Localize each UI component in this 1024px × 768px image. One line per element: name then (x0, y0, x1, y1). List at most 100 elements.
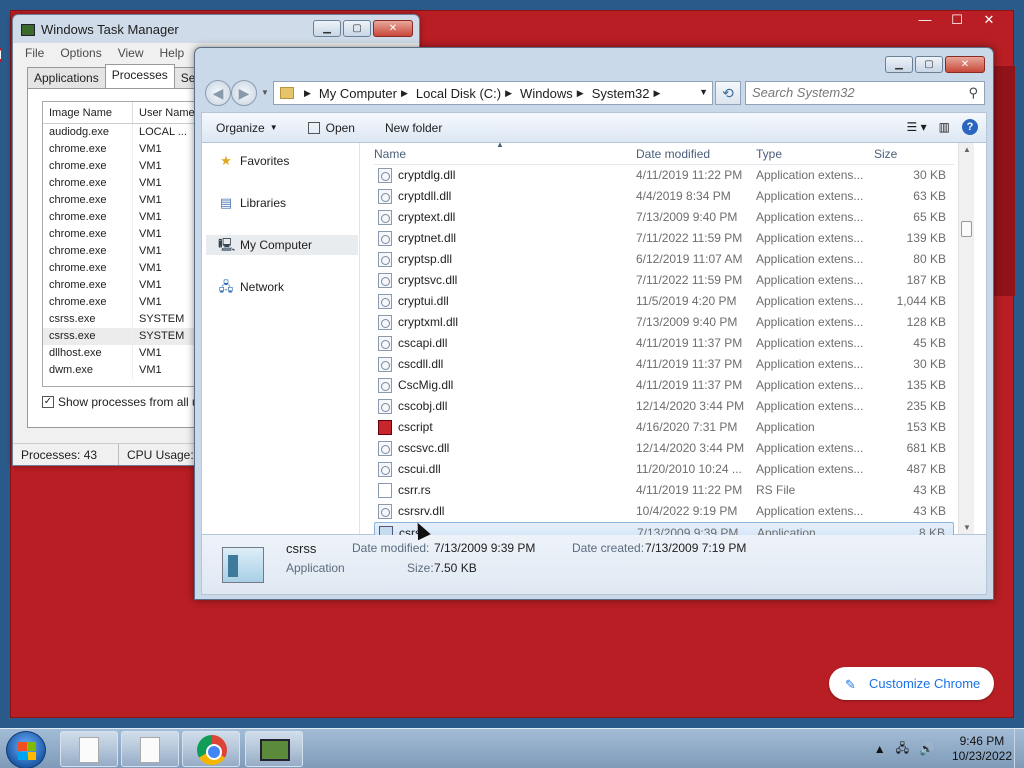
breadcrumb-root-arrow[interactable]: ▶ (300, 88, 319, 99)
file-name-cell: cscript (378, 417, 433, 438)
help-icon[interactable]: ? (962, 119, 978, 135)
breadcrumb-local-disk[interactable]: Local Disk (C:) ▶ (416, 86, 520, 101)
file-size: 45 KB (913, 336, 946, 350)
forward-button[interactable]: ▶ (231, 80, 257, 106)
column-date-modified[interactable]: Date modified (636, 147, 710, 161)
chrome-maximize-button[interactable]: ☐ (941, 11, 973, 31)
file-row[interactable]: cscobj.dll 12/14/2020 3:44 PM Application … (374, 396, 954, 417)
scroll-down-arrow[interactable]: ▼ (963, 523, 971, 532)
column-user-name[interactable]: User Name (133, 102, 203, 123)
file-row[interactable]: cscui.dll 11/20/2010 10:24 ... Application… (374, 459, 954, 480)
nav-libraries[interactable]: ▤ Libraries (218, 193, 286, 213)
column-size[interactable]: Size (874, 147, 897, 161)
menu-file[interactable]: File (25, 43, 44, 63)
chrome-icon (197, 735, 227, 765)
file-name: cryptui.dll (398, 294, 449, 308)
file-name: cryptdll.dll (398, 189, 452, 203)
tab-applications[interactable]: Applications (27, 67, 106, 88)
chrome-minimize-button[interactable]: — (909, 11, 941, 31)
file-row[interactable]: CscMig.dll 4/11/2019 11:37 PM Application … (374, 375, 954, 396)
file-size: 487 KB (906, 462, 946, 476)
nav-my-computer[interactable]: 🖳 My Computer (206, 235, 358, 255)
file-type: Application extens... (756, 441, 864, 455)
file-type: Application extens... (756, 399, 864, 413)
file-row[interactable]: cryptdlg.dll 4/11/2019 11:22 PM Applicatio… (374, 165, 954, 186)
recent-pages-dropdown[interactable]: ▼ (261, 88, 269, 97)
file-name: cscui.dll (398, 462, 441, 476)
show-hidden-icons-icon[interactable]: ▲ (874, 742, 886, 756)
network-tray-icon[interactable]: 🖧 (896, 739, 909, 760)
file-name: cscript (398, 420, 433, 434)
volume-icon[interactable]: 🔊 (919, 742, 934, 756)
preview-pane-icon[interactable]: ▥ (939, 120, 950, 134)
dll-file-icon (378, 462, 392, 477)
scroll-thumb[interactable] (961, 221, 972, 237)
customize-chrome-button[interactable]: ✎ Customize Chrome (829, 667, 994, 700)
process-image-name: chrome.exe (43, 260, 133, 277)
process-image-name: csrss.exe (43, 328, 133, 345)
view-options-icon[interactable]: ☰ ▾ (907, 120, 927, 134)
show-all-checkbox[interactable]: ✓ (42, 396, 54, 408)
file-date-modified: 4/11/2019 11:22 PM (636, 483, 743, 497)
explorer-window: ▁ ▢ ✕ ◀ ▶ ▼ ▶ My Computer ▶ Local Disk (C… (194, 47, 994, 600)
search-icon[interactable]: ⚲ (968, 85, 978, 101)
dll-file-icon (378, 336, 392, 351)
scroll-up-arrow[interactable]: ▲ (963, 145, 971, 154)
file-name: cscapi.dll (398, 336, 448, 350)
explorer-maximize-button[interactable]: ▢ (915, 56, 943, 73)
column-image-name[interactable]: Image Name (43, 102, 133, 123)
refresh-button[interactable]: ⟲ (715, 81, 741, 105)
file-row[interactable]: cscript 4/16/2020 7:31 PM Application 153 K… (374, 417, 954, 438)
search-input[interactable]: Search System32 ⚲ (745, 81, 985, 105)
breadcrumb-my-computer[interactable]: My Computer ▶ (319, 86, 416, 101)
tm-minimize-button[interactable]: ▁ (313, 20, 341, 37)
task-manager-icon (21, 23, 35, 36)
file-row[interactable]: csrsrv.dll 10/4/2022 9:19 PM Application e… (374, 501, 954, 522)
new-folder-button[interactable]: New folder (385, 121, 442, 135)
taskbar-app-task-manager[interactable] (245, 731, 303, 767)
file-row[interactable]: cryptsvc.dll 7/11/2022 11:59 PM Applicatio… (374, 270, 954, 291)
column-type[interactable]: Type (756, 147, 782, 161)
file-row[interactable]: cryptui.dll 11/5/2019 4:20 PM Application … (374, 291, 954, 312)
file-row[interactable]: cryptnet.dll 7/11/2022 11:59 PM Applicatio… (374, 228, 954, 249)
nav-network[interactable]: 🖧 Network (218, 277, 284, 297)
file-row[interactable]: cryptxml.dll 7/13/2009 9:40 PM Application… (374, 312, 954, 333)
open-button[interactable]: Open (307, 121, 355, 135)
tab-processes[interactable]: Processes (104, 64, 175, 88)
taskbar-app-chrome[interactable] (182, 731, 240, 767)
nav-favorites[interactable]: ★ Favorites (218, 151, 289, 171)
file-row[interactable]: cscdll.dll 4/11/2019 11:37 PM Application … (374, 354, 954, 375)
dll-file-icon (378, 210, 392, 225)
organize-button[interactable]: Organize ▼ (216, 121, 278, 135)
breadcrumb-system32[interactable]: System32 ▶ (592, 86, 669, 101)
file-row[interactable]: cryptsp.dll 6/12/2019 11:07 AM Application… (374, 249, 954, 270)
menu-view[interactable]: View (118, 43, 144, 63)
chrome-close-button[interactable]: ✕ (973, 11, 1005, 31)
tm-close-button[interactable]: ✕ (373, 20, 413, 37)
breadcrumb-windows[interactable]: Windows ▶ (520, 86, 592, 101)
address-bar[interactable]: ▶ My Computer ▶ Local Disk (C:) ▶ Windows ▶… (273, 81, 713, 105)
column-name[interactable]: Name (374, 147, 406, 161)
taskbar-app-document-2[interactable] (121, 731, 179, 767)
menu-options[interactable]: Options (60, 43, 101, 63)
details-size-value: 7.50 KB (434, 561, 477, 575)
file-row[interactable]: csrr.rs 4/11/2019 11:22 PM RS File 43 KB (374, 480, 954, 501)
file-row[interactable]: cryptext.dll 7/13/2009 9:40 PM Application… (374, 207, 954, 228)
tm-maximize-button[interactable]: ▢ (343, 20, 371, 37)
file-row[interactable]: cryptdll.dll 4/4/2019 8:34 PM Application … (374, 186, 954, 207)
menu-help[interactable]: Help (160, 43, 185, 63)
explorer-minimize-button[interactable]: ▁ (885, 56, 913, 73)
start-button[interactable] (6, 731, 46, 768)
address-dropdown-icon[interactable]: ▼ (699, 87, 708, 97)
file-name-cell: cscapi.dll (378, 333, 447, 354)
show-desktop-button[interactable] (1014, 729, 1024, 768)
file-row[interactable]: cscsvc.dll 12/14/2020 3:44 PM Application … (374, 438, 954, 459)
taskbar-app-document-1[interactable] (60, 731, 118, 767)
clock[interactable]: 9:46 PM 10/23/2022 (952, 734, 1012, 764)
vertical-scrollbar[interactable]: ▲ ▼ (958, 143, 974, 534)
file-row[interactable]: cscapi.dll 4/11/2019 11:37 PM Application … (374, 333, 954, 354)
back-button[interactable]: ◀ (205, 80, 231, 106)
process-image-name: csrss.exe (43, 311, 133, 328)
explorer-window-controls: ▁ ▢ ✕ (885, 56, 985, 73)
explorer-close-button[interactable]: ✕ (945, 56, 985, 73)
